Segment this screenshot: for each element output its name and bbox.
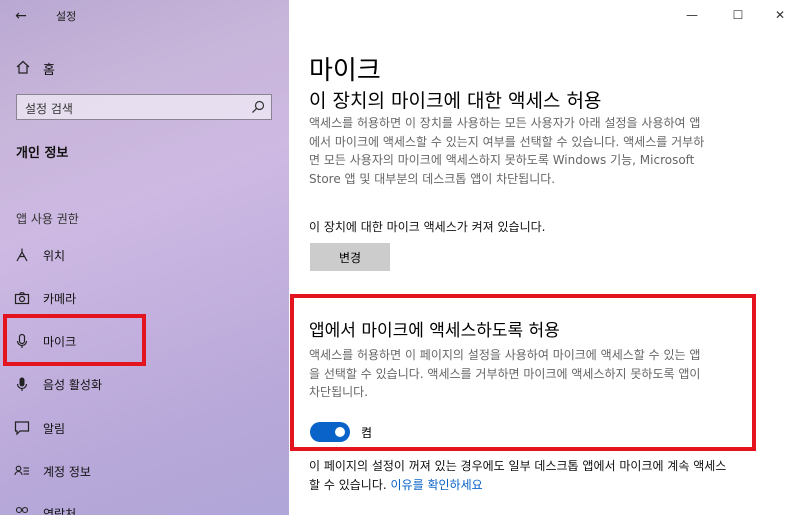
- app-access-toggle[interactable]: [310, 422, 350, 442]
- camera-icon: [14, 292, 30, 305]
- sidebar-item-location[interactable]: 위치: [0, 240, 289, 270]
- settings-sidebar: ← 설정 홈 설정 검색 개인 정보 앱 사용 권한 위치 카메라 마이크 음성…: [0, 0, 289, 515]
- sidebar-item-home[interactable]: 홈: [0, 54, 289, 80]
- toggle-state-label: 켬: [361, 426, 373, 440]
- sidebar-item-label: 음성 활성화: [43, 378, 103, 392]
- notification-icon: [14, 421, 30, 436]
- device-access-status: 이 장치에 대한 마이크 액세스가 켜져 있습니다.: [309, 220, 546, 234]
- app-access-heading: 앱에서 마이크에 액세스하도록 허용: [309, 321, 560, 341]
- device-access-heading: 이 장치의 마이크에 대한 액세스 허용: [309, 90, 602, 112]
- app-access-description: 액세스를 허용하면 이 페이지의 설정을 사용하여 마이크에 액세스할 수 있는…: [309, 348, 701, 399]
- page-title: 마이크: [309, 56, 381, 86]
- change-button[interactable]: 변경: [310, 243, 390, 271]
- sidebar-item-label: 마이크: [43, 335, 77, 349]
- title-bar-left: ← 설정: [0, 0, 289, 32]
- sidebar-item-camera[interactable]: 카메라: [0, 283, 289, 313]
- app-title: 설정: [56, 10, 77, 23]
- desktop-apps-note: 이 페이지의 설정이 꺼져 있는 경우에도 일부 데스크톱 앱에서 마이크에 계…: [309, 457, 729, 495]
- sidebar-item-label: 홈: [43, 63, 55, 78]
- location-icon: [16, 248, 28, 262]
- microphone-icon: [16, 333, 28, 348]
- section-title: 개인 정보: [16, 146, 69, 161]
- voice-icon: [16, 377, 28, 391]
- group-label: 앱 사용 권한: [16, 212, 79, 226]
- sidebar-item-voice-activation[interactable]: 음성 활성화: [0, 369, 289, 399]
- note-text: 이 페이지의 설정이 꺼져 있는 경우에도 일부 데스크톱 앱에서 마이크에 계…: [309, 459, 727, 492]
- back-button[interactable]: ←: [10, 6, 32, 26]
- search-settings-input[interactable]: 설정 검색: [16, 94, 272, 120]
- sidebar-item-notifications[interactable]: 알림: [0, 413, 289, 443]
- search-icon[interactable]: [251, 100, 265, 114]
- settings-main-pane: — ☐ ✕ 마이크 이 장치의 마이크에 대한 액세스 허용 액세스를 허용하면…: [289, 0, 800, 515]
- close-icon: ✕: [774, 8, 786, 22]
- sidebar-item-label: 연락처: [43, 507, 77, 515]
- contacts-icon: [15, 506, 29, 514]
- sidebar-item-label: 위치: [43, 249, 66, 263]
- sidebar-item-label: 계정 정보: [43, 465, 91, 479]
- sidebar-item-account-info[interactable]: 계정 정보: [0, 456, 289, 486]
- account-info-icon: [14, 465, 29, 476]
- device-access-description: 액세스를 허용하면 이 장치를 사용하는 모든 사용자가 아래 설정을 사용하여…: [309, 116, 705, 186]
- maximize-icon: ☐: [732, 8, 744, 22]
- sidebar-item-label: 알림: [43, 422, 66, 436]
- learn-why-link[interactable]: 이유를 확인하세요: [391, 478, 483, 492]
- back-arrow-icon: ←: [15, 8, 27, 24]
- sidebar-item-contacts[interactable]: 연락처: [0, 498, 289, 515]
- search-placeholder: 설정 검색: [25, 102, 73, 116]
- sidebar-item-microphone[interactable]: 마이크: [0, 326, 289, 356]
- minimize-button[interactable]: —: [672, 0, 712, 30]
- home-icon: [16, 60, 30, 74]
- maximize-button[interactable]: ☐: [718, 0, 758, 30]
- sidebar-item-label: 카메라: [43, 292, 77, 306]
- toggle-knob: [335, 427, 345, 437]
- close-button[interactable]: ✕: [760, 0, 800, 30]
- minimize-icon: —: [686, 8, 698, 22]
